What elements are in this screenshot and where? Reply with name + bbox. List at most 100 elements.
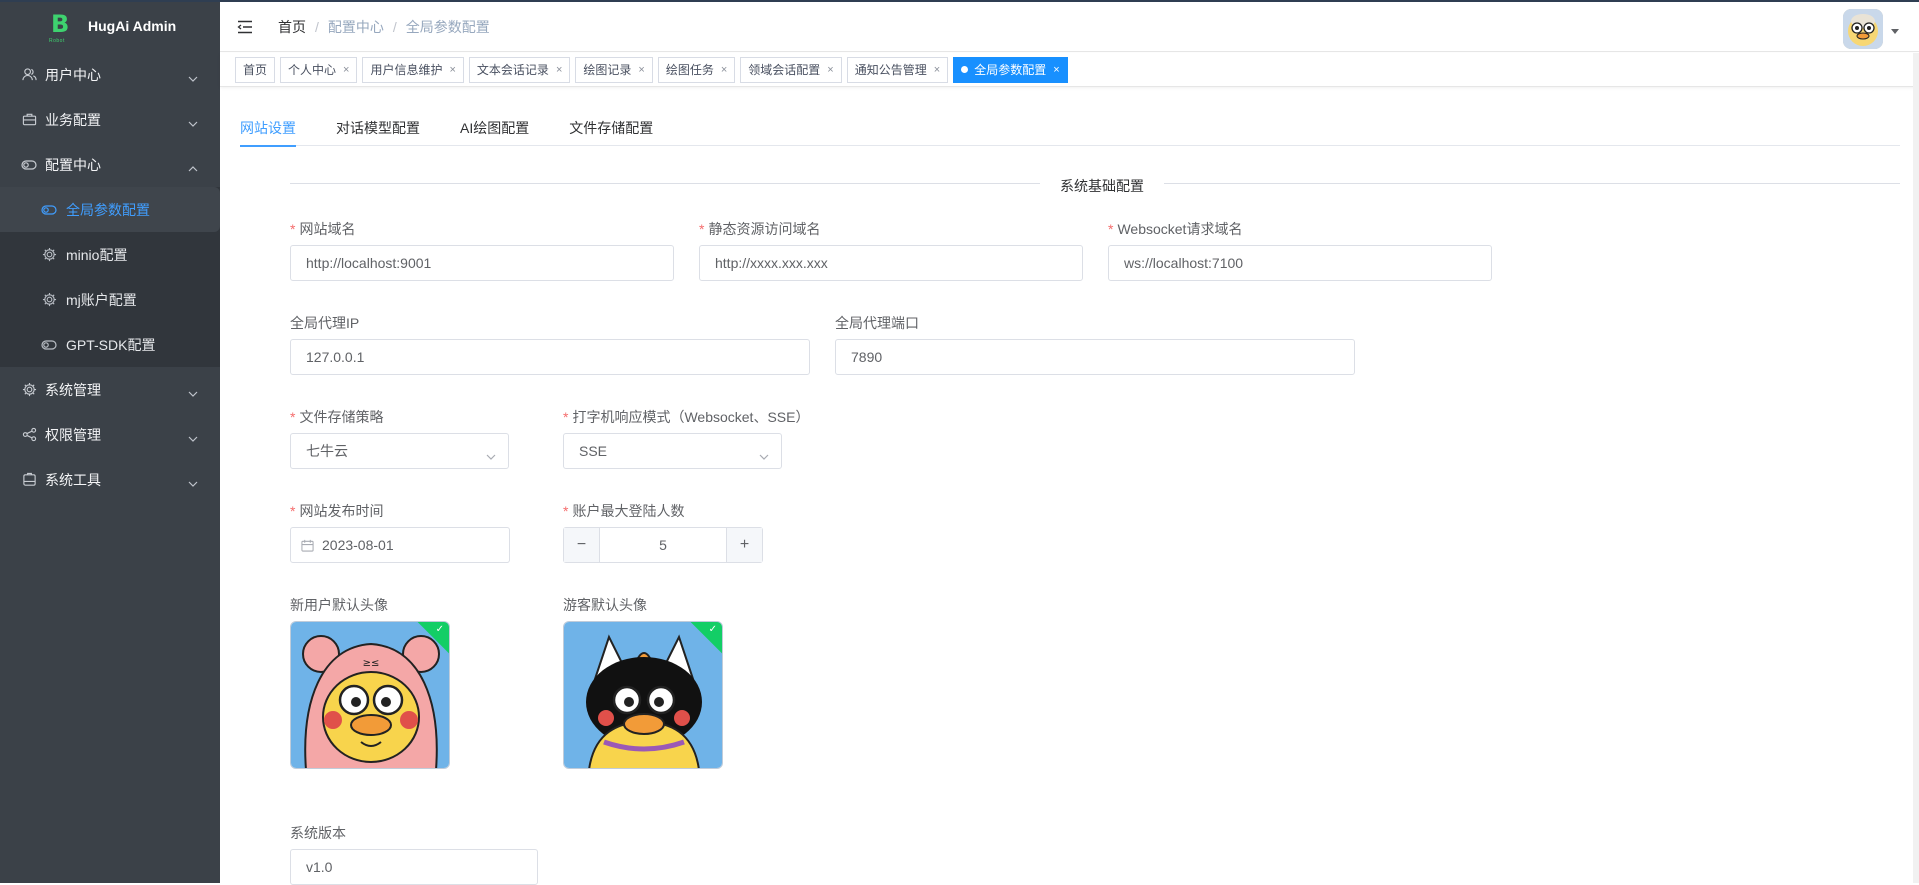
sidebar-item-label: 系统管理 [45, 381, 101, 398]
breadcrumb-current: 全局参数配置 [405, 18, 490, 35]
typing-mode-label: * 打字机响应模式（Websocket、SSE） [563, 409, 810, 425]
sidebar-item-label: 用户中心 [45, 66, 101, 83]
close-icon[interactable]: × [1053, 64, 1059, 76]
duck-pink-avatar-image: ≥≤ [291, 622, 449, 768]
brand[interactable]: B Robot HugAi Admin [0, 0, 220, 52]
check-icon: ✓ [435, 624, 444, 635]
sidebar-item-system-manage[interactable]: 系统管理 [0, 367, 220, 412]
sidebar-item-gpt-sdk[interactable]: GPT-SDK配置 [0, 322, 220, 367]
sidebar-item-label: GPT-SDK配置 [66, 336, 156, 353]
chevron-up-icon [188, 159, 198, 175]
publish-date-picker[interactable]: 2023-08-01 [290, 527, 510, 563]
toggle-icon [21, 157, 37, 173]
breadcrumb: 首页 / 配置中心 / 全局参数配置 [278, 17, 490, 37]
avatar[interactable] [1843, 9, 1883, 49]
main-content: 网站设置 对话模型配置 AI绘图配置 文件存储配置 系统基础配置 * 网站域名 h… [240, 100, 1900, 885]
close-icon[interactable]: × [638, 64, 644, 76]
chevron-down-icon [759, 447, 769, 463]
default-avatar-upload[interactable]: ≥≤ ✓ [290, 621, 450, 769]
breadcrumb-home[interactable]: 首页 [278, 17, 306, 37]
tag-item[interactable]: 绘图任务 × [657, 56, 736, 83]
sidebar-item-label: mj账户配置 [66, 291, 137, 308]
site-domain-label: * 网站域名 [290, 221, 356, 237]
storage-policy-label: * 文件存储策略 [290, 409, 384, 425]
storage-policy-select[interactable]: 七牛云 [290, 433, 509, 469]
chevron-down-icon [188, 429, 198, 445]
proxy-ip-label: 全局代理IP [290, 315, 360, 331]
sidebar-item-user-center[interactable]: 用户中心 [0, 52, 220, 97]
decrease-button[interactable]: − [564, 528, 600, 562]
tag-item[interactable]: 通知公告管理 × [846, 56, 949, 83]
version-label: 系统版本 [290, 825, 346, 841]
close-icon[interactable]: × [449, 64, 455, 76]
max-logins-stepper[interactable]: − 5 + [563, 527, 763, 563]
static-domain-label: * 静态资源访问域名 [699, 221, 821, 237]
version-input[interactable]: v1.0 [290, 849, 538, 885]
app-title: HugAi Admin [88, 18, 177, 34]
sidebar-item-business-config[interactable]: 业务配置 [0, 97, 220, 142]
tab-ai-drawing[interactable]: AI绘图配置 [460, 118, 529, 146]
increase-button[interactable]: + [726, 528, 762, 562]
chevron-down-icon [188, 114, 198, 130]
tab-chat-model[interactable]: 对话模型配置 [336, 118, 420, 146]
user-icon [21, 67, 37, 83]
box-icon [21, 472, 37, 488]
check-icon: ✓ [708, 624, 717, 635]
breadcrumb-separator: / [315, 18, 319, 35]
briefcase-icon [21, 112, 37, 128]
page-scrollbar[interactable] [1913, 53, 1919, 883]
guest-avatar-label: 游客默认头像 [563, 597, 647, 613]
sidebar-item-label: 权限管理 [45, 426, 101, 443]
close-icon[interactable]: × [934, 64, 940, 76]
tag-item[interactable]: 个人中心 × [280, 56, 358, 83]
breadcrumb-separator: / [392, 18, 397, 35]
tag-item-active[interactable]: 全局参数配置 × [953, 56, 1068, 83]
tab-site-settings[interactable]: 网站设置 [240, 118, 296, 147]
calendar-icon [301, 539, 314, 552]
app-logo: B Robot [49, 10, 70, 44]
sidebar-item-label: 全局参数配置 [66, 201, 150, 218]
close-icon[interactable]: × [721, 64, 727, 76]
site-domain-input[interactable]: http://localhost:9001 [290, 245, 674, 281]
tag-item[interactable]: 文本会话记录 × [468, 56, 571, 83]
typing-mode-select[interactable]: SSE [563, 433, 782, 469]
close-icon[interactable]: × [343, 64, 349, 76]
sidebar-item-config-center[interactable]: 配置中心 [0, 142, 220, 187]
tab-file-storage[interactable]: 文件存储配置 [569, 118, 653, 146]
tags-view: 首页 个人中心 × 用户信息维护 × 文本会话记录 × 绘图记录 × 绘图任务 × 领域会… [220, 53, 1919, 87]
static-domain-input[interactable]: http://xxxx.xxx.xxx [699, 245, 1083, 281]
top-accent-line [0, 0, 1919, 2]
close-icon[interactable]: × [556, 64, 562, 76]
settings-tabs: 网站设置 对话模型配置 AI绘图配置 文件存储配置 [240, 118, 1900, 147]
tag-item[interactable]: 绘图记录 × [575, 56, 653, 83]
publish-date-label: * 网站发布时间 [290, 503, 384, 519]
caret-down-icon[interactable] [1891, 21, 1899, 37]
close-icon[interactable]: × [827, 64, 833, 76]
gear-icon [41, 247, 57, 263]
guest-avatar-upload[interactable]: ✓ [563, 621, 723, 769]
default-avatar-label: 新用户默认头像 [290, 597, 388, 613]
sidebar-item-minio-config[interactable]: minio配置 [0, 232, 220, 277]
tag-item[interactable]: 用户信息维护 × [362, 56, 464, 83]
proxy-port-input[interactable]: 7890 [835, 339, 1355, 375]
tag-item[interactable]: 首页 [235, 56, 276, 83]
user-menu[interactable] [1843, 9, 1899, 49]
menu-fold-icon[interactable] [237, 20, 253, 34]
toggle-icon [41, 337, 57, 353]
stepper-value[interactable]: 5 [600, 528, 726, 562]
proxy-ip-input[interactable]: 127.0.0.1 [290, 339, 810, 375]
sidebar: B Robot HugAi Admin 用户中心 业务配置 配置中心 全局参数配… [0, 0, 220, 883]
ws-domain-input[interactable]: ws://localhost:7100 [1108, 245, 1492, 281]
sidebar-item-global-params[interactable]: 全局参数配置 [0, 187, 220, 232]
chevron-down-icon [188, 474, 198, 490]
sidebar-item-label: 系统工具 [45, 471, 101, 488]
sidebar-item-permission[interactable]: 权限管理 [0, 412, 220, 457]
tag-item[interactable]: 领域会话配置 × [740, 56, 842, 83]
max-logins-label: * 账户最大登陆人数 [563, 503, 685, 519]
share-icon [21, 427, 37, 443]
gear-icon [21, 382, 37, 398]
active-dot-icon [961, 66, 969, 73]
gear-icon [41, 292, 57, 308]
sidebar-item-system-tools[interactable]: 系统工具 [0, 457, 220, 502]
sidebar-item-mj-account[interactable]: mj账户配置 [0, 277, 220, 322]
